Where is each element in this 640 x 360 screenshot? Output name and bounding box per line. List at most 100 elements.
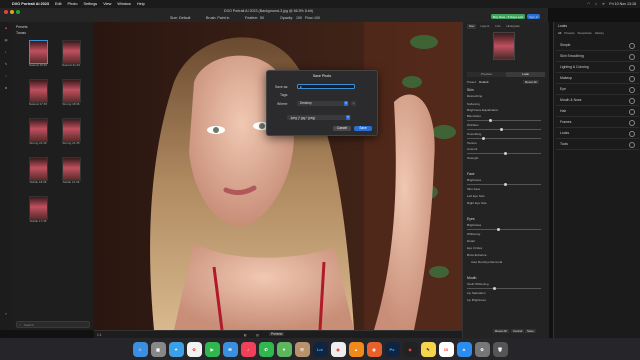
brush-select[interactable]: Brush: Paint in — [206, 16, 229, 20]
toggle-icon[interactable] — [629, 42, 635, 49]
notes-icon[interactable]: ✎ — [420, 341, 436, 357]
look-item[interactable]: Hair — [556, 106, 639, 117]
where-select[interactable]: Desktop ▾ — [297, 100, 349, 106]
browser-folder-label[interactable]: Presets — [16, 25, 28, 29]
navigator-thumbnail[interactable] — [493, 32, 515, 60]
buy-now-button[interactable]: Buy Now - 5 Days Left — [491, 14, 525, 19]
menu-view[interactable]: View — [103, 2, 111, 6]
feather-value[interactable]: 50 — [260, 16, 264, 20]
menu-edit[interactable]: Edit — [55, 2, 62, 6]
tab-presets[interactable]: Presets — [564, 31, 574, 36]
look-item[interactable]: Tools — [556, 139, 639, 150]
preset-thumb-natural-2[interactable] — [62, 40, 81, 64]
toggle-icon[interactable] — [629, 97, 635, 104]
menu-window[interactable]: Window — [117, 2, 131, 6]
slider-knob[interactable] — [492, 286, 496, 290]
wrinkles-slider[interactable] — [467, 127, 541, 131]
preset-thumb-subtle-1[interactable] — [29, 157, 48, 181]
panel-cancel-button[interactable]: Cancel — [511, 329, 525, 333]
opacity-value[interactable]: 100 — [296, 16, 302, 20]
format-select[interactable]: Jpeg (*.jpg,*.jpeg) ▾ — [287, 115, 351, 120]
amount-slider[interactable] — [467, 151, 541, 155]
dxo-icon[interactable]: ◆ — [402, 341, 418, 357]
contacts-icon[interactable]: ☷ — [294, 341, 310, 357]
mask-tool-icon[interactable]: ◐ — [2, 50, 10, 58]
cancel-button[interactable]: Cancel — [333, 126, 351, 131]
toggle-icon[interactable] — [629, 86, 635, 93]
blemishes-slider[interactable] — [467, 118, 541, 122]
compare-icon[interactable]: ◧ — [244, 333, 247, 337]
safari-icon[interactable]: ✦ — [168, 341, 184, 357]
zoom-window-button[interactable] — [16, 10, 20, 14]
close-window-button[interactable] — [4, 10, 8, 14]
slider-knob[interactable] — [504, 182, 507, 186]
lightroom-icon[interactable]: Lrc — [312, 341, 328, 357]
save-as-input[interactable]: c — [297, 83, 355, 89]
toggle-icon[interactable] — [629, 53, 635, 60]
chrome-icon[interactable]: ◉ — [330, 341, 346, 357]
section-eyes-title[interactable]: Eyes — [467, 217, 475, 221]
menu-settings[interactable]: Settings — [83, 2, 97, 6]
menu-help[interactable]: Help — [137, 2, 145, 6]
look-item[interactable]: Makeup — [556, 73, 639, 84]
preset-thumb-subtle-2[interactable] — [62, 157, 81, 181]
section-mouth-title[interactable]: Mouth — [467, 276, 476, 280]
settings-icon[interactable]: ⚙ — [474, 341, 490, 357]
toggle-icon[interactable] — [629, 119, 635, 126]
browser-search-input[interactable]: ⌕ Search — [16, 321, 90, 328]
toggle-icon[interactable] — [629, 130, 635, 137]
maps-icon[interactable]: ⌖ — [276, 341, 292, 357]
preview-button[interactable]: Preview — [269, 332, 285, 336]
trash-icon[interactable]: 🗑 — [492, 341, 508, 357]
slider-knob[interactable] — [500, 127, 504, 131]
clock[interactable]: Fri 10 Nov 13:18 — [609, 2, 636, 6]
brush-tool-icon[interactable]: ✎ — [2, 62, 10, 70]
sign-in-button[interactable]: Sign In — [527, 14, 541, 19]
section-face-title[interactable]: Face — [467, 172, 475, 176]
look-item[interactable]: Simple — [556, 40, 639, 51]
minimize-window-button[interactable] — [10, 10, 14, 14]
tab-layers[interactable]: Layers — [478, 24, 491, 29]
photos-icon[interactable]: ✿ — [186, 341, 202, 357]
flow-value[interactable]: 100 — [314, 16, 320, 20]
launchpad-icon[interactable]: ▦ — [150, 341, 166, 357]
size-select[interactable]: Size: Default — [170, 16, 190, 20]
toggle-icon[interactable] — [629, 75, 635, 82]
photo-canvas[interactable] — [94, 22, 462, 330]
music-icon[interactable]: ♪ — [240, 341, 256, 357]
preset-thumb-natural-1[interactable] — [29, 40, 48, 64]
tab-preview[interactable]: Preview — [467, 72, 506, 77]
tab-snapshots[interactable]: Snapshots — [578, 31, 592, 36]
messages-icon[interactable]: ✆ — [258, 341, 274, 357]
look-item[interactable]: Looks — [556, 128, 639, 139]
reset-all-bottom-button[interactable]: Reset All — [493, 329, 509, 333]
toggle-icon[interactable] — [629, 108, 635, 115]
layers-tool-icon[interactable]: ▤ — [2, 38, 10, 46]
control-center-icon[interactable]: ≡ — [602, 2, 604, 6]
search-icon[interactable]: ⌕ — [595, 2, 597, 6]
panel-save-button[interactable]: Save — [525, 329, 536, 333]
look-item[interactable]: Eye — [556, 84, 639, 95]
look-item[interactable]: Mouth & Nose — [556, 95, 639, 106]
firefox-icon[interactable]: ◍ — [366, 341, 382, 357]
section-skin-title[interactable]: Skin — [467, 88, 474, 92]
face-brightness-slider[interactable] — [467, 182, 541, 186]
tab-look[interactable]: Look — [506, 72, 545, 77]
mail-icon[interactable]: ✉ — [222, 341, 238, 357]
save-button[interactable]: Save — [354, 126, 372, 131]
vlc-icon[interactable]: ▲ — [348, 341, 364, 357]
tags-input[interactable] — [297, 92, 355, 97]
slider-knob[interactable] — [496, 227, 500, 231]
preset-thumb-strong-2[interactable] — [29, 118, 48, 142]
menu-photo[interactable]: Photo — [68, 2, 78, 6]
crop-tool-icon[interactable]: ⌗ — [2, 74, 10, 82]
finder-icon[interactable]: ☺ — [132, 341, 148, 357]
slider-knob[interactable] — [481, 136, 485, 140]
preset-thumb-strong-3[interactable] — [62, 118, 81, 142]
slider-knob[interactable] — [489, 118, 493, 122]
slider-knob[interactable] — [504, 151, 507, 155]
expand-dialog-button[interactable]: ⌄ — [351, 100, 356, 106]
red-eye-checkbox-label[interactable]: Auto Red Eye Removal — [471, 260, 545, 265]
preset-select[interactable]: Default — [479, 80, 489, 84]
preset-thumb-natural-3[interactable] — [29, 79, 48, 103]
